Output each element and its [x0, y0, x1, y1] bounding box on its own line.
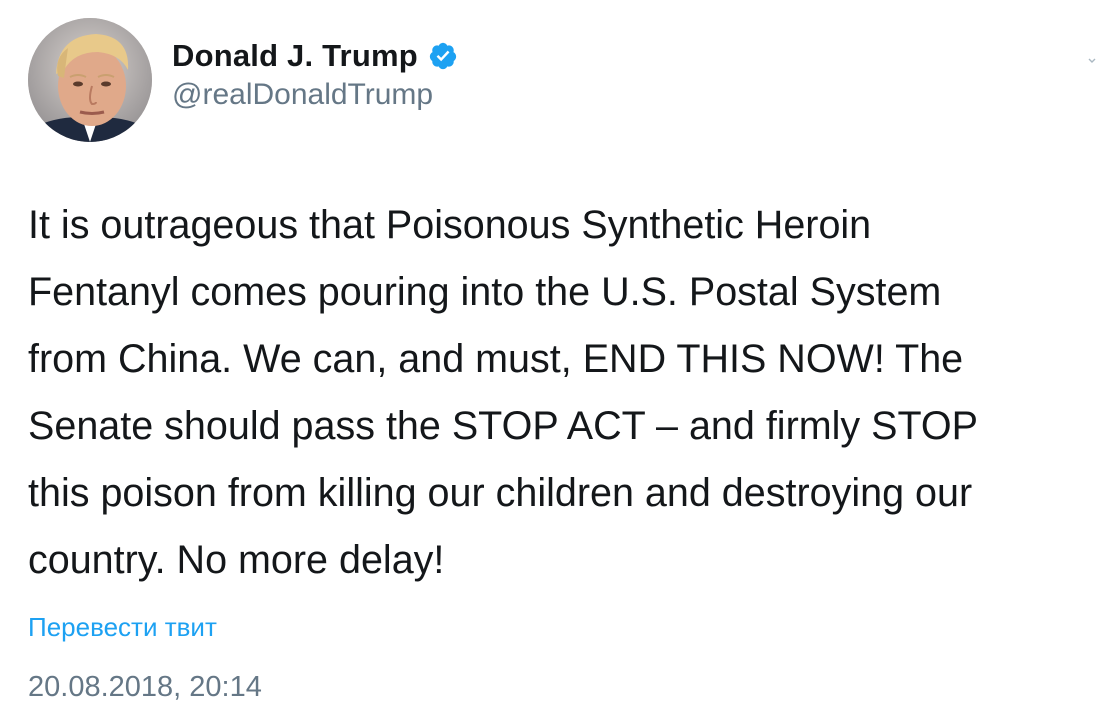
author-name-row: Donald J. Trump [172, 36, 458, 76]
verified-badge-icon [428, 41, 458, 71]
tweet-text-line: Fentanyl comes pouring into the U.S. Pos… [28, 270, 942, 314]
author-handle[interactable]: @realDonaldTrump [172, 78, 433, 112]
author-display-name[interactable]: Donald J. Trump [172, 38, 418, 74]
tweet-text-line: country. No more delay! [28, 538, 445, 582]
tweet-text-line: this poison from killing our children an… [28, 471, 973, 515]
tweet-timestamp[interactable]: 20.08.2018, 20:14 [28, 671, 262, 704]
avatar[interactable] [28, 18, 152, 142]
avatar-image [28, 18, 152, 142]
tweet-text-line: It is outrageous that Poisonous Syntheti… [28, 203, 872, 247]
tweet-text: It is outrageous that Poisonous Syntheti… [28, 192, 1088, 594]
tweet-text-line: from China. We can, and must, END THIS N… [28, 337, 964, 381]
translate-tweet-link[interactable]: Перевести твит [28, 612, 217, 643]
tweet-text-line: Senate should pass the STOP ACT – and fi… [28, 404, 978, 448]
tweet-card: Donald J. Trump @realDonaldTrump It is o… [0, 0, 1105, 708]
chevron-down-icon[interactable] [1087, 56, 1097, 66]
